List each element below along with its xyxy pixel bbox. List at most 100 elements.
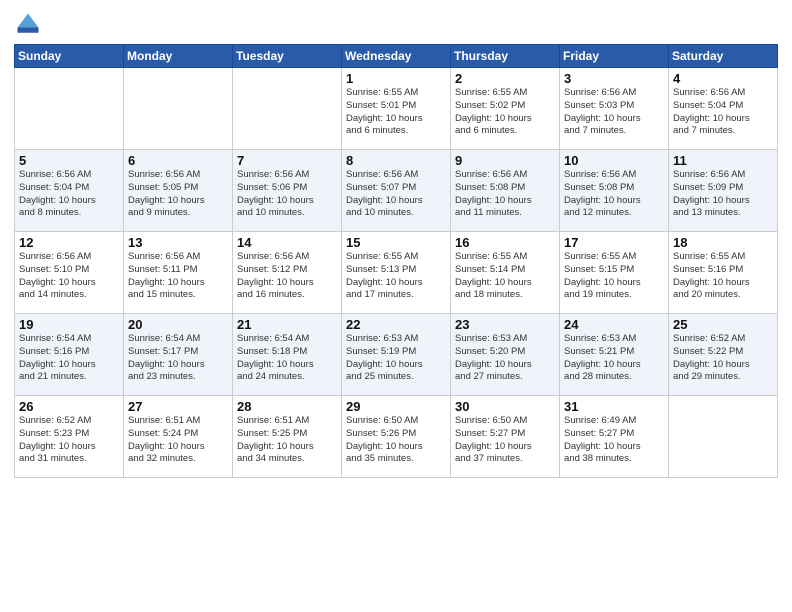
calendar-cell: 15Sunrise: 6:55 AM Sunset: 5:13 PM Dayli…: [342, 232, 451, 314]
day-number: 16: [455, 235, 555, 250]
day-number: 24: [564, 317, 664, 332]
day-number: 5: [19, 153, 119, 168]
calendar-cell: 19Sunrise: 6:54 AM Sunset: 5:16 PM Dayli…: [15, 314, 124, 396]
calendar-week-row: 12Sunrise: 6:56 AM Sunset: 5:10 PM Dayli…: [15, 232, 778, 314]
logo-icon: [14, 10, 42, 38]
day-number: 15: [346, 235, 446, 250]
day-info: Sunrise: 6:55 AM Sunset: 5:01 PM Dayligh…: [346, 87, 446, 138]
day-number: 1: [346, 71, 446, 86]
day-info: Sunrise: 6:56 AM Sunset: 5:04 PM Dayligh…: [673, 87, 773, 138]
day-number: 18: [673, 235, 773, 250]
page-container: SundayMondayTuesdayWednesdayThursdayFrid…: [0, 0, 792, 612]
day-number: 2: [455, 71, 555, 86]
day-info: Sunrise: 6:56 AM Sunset: 5:08 PM Dayligh…: [564, 169, 664, 220]
calendar-cell: 26Sunrise: 6:52 AM Sunset: 5:23 PM Dayli…: [15, 396, 124, 478]
day-info: Sunrise: 6:54 AM Sunset: 5:18 PM Dayligh…: [237, 333, 337, 384]
day-info: Sunrise: 6:56 AM Sunset: 5:09 PM Dayligh…: [673, 169, 773, 220]
day-info: Sunrise: 6:56 AM Sunset: 5:11 PM Dayligh…: [128, 251, 228, 302]
day-info: Sunrise: 6:51 AM Sunset: 5:25 PM Dayligh…: [237, 415, 337, 466]
day-number: 20: [128, 317, 228, 332]
calendar-cell: [124, 68, 233, 150]
day-number: 13: [128, 235, 228, 250]
day-info: Sunrise: 6:53 AM Sunset: 5:20 PM Dayligh…: [455, 333, 555, 384]
day-info: Sunrise: 6:56 AM Sunset: 5:05 PM Dayligh…: [128, 169, 228, 220]
day-number: 27: [128, 399, 228, 414]
calendar-cell: 3Sunrise: 6:56 AM Sunset: 5:03 PM Daylig…: [560, 68, 669, 150]
calendar-cell: 27Sunrise: 6:51 AM Sunset: 5:24 PM Dayli…: [124, 396, 233, 478]
day-number: 21: [237, 317, 337, 332]
calendar-header-monday: Monday: [124, 45, 233, 68]
day-number: 10: [564, 153, 664, 168]
day-number: 3: [564, 71, 664, 86]
day-number: 14: [237, 235, 337, 250]
day-number: 9: [455, 153, 555, 168]
calendar-cell: 28Sunrise: 6:51 AM Sunset: 5:25 PM Dayli…: [233, 396, 342, 478]
calendar-cell: 17Sunrise: 6:55 AM Sunset: 5:15 PM Dayli…: [560, 232, 669, 314]
day-info: Sunrise: 6:56 AM Sunset: 5:06 PM Dayligh…: [237, 169, 337, 220]
calendar-cell: 25Sunrise: 6:52 AM Sunset: 5:22 PM Dayli…: [669, 314, 778, 396]
day-info: Sunrise: 6:56 AM Sunset: 5:12 PM Dayligh…: [237, 251, 337, 302]
calendar-cell: 1Sunrise: 6:55 AM Sunset: 5:01 PM Daylig…: [342, 68, 451, 150]
calendar-cell: 9Sunrise: 6:56 AM Sunset: 5:08 PM Daylig…: [451, 150, 560, 232]
day-info: Sunrise: 6:50 AM Sunset: 5:27 PM Dayligh…: [455, 415, 555, 466]
day-info: Sunrise: 6:55 AM Sunset: 5:14 PM Dayligh…: [455, 251, 555, 302]
day-info: Sunrise: 6:50 AM Sunset: 5:26 PM Dayligh…: [346, 415, 446, 466]
day-number: 12: [19, 235, 119, 250]
calendar-cell: 31Sunrise: 6:49 AM Sunset: 5:27 PM Dayli…: [560, 396, 669, 478]
day-number: 19: [19, 317, 119, 332]
day-number: 7: [237, 153, 337, 168]
calendar-cell: 11Sunrise: 6:56 AM Sunset: 5:09 PM Dayli…: [669, 150, 778, 232]
calendar-table: SundayMondayTuesdayWednesdayThursdayFrid…: [14, 44, 778, 478]
calendar-week-row: 26Sunrise: 6:52 AM Sunset: 5:23 PM Dayli…: [15, 396, 778, 478]
calendar-header-row: SundayMondayTuesdayWednesdayThursdayFrid…: [15, 45, 778, 68]
calendar-cell: 12Sunrise: 6:56 AM Sunset: 5:10 PM Dayli…: [15, 232, 124, 314]
day-info: Sunrise: 6:55 AM Sunset: 5:16 PM Dayligh…: [673, 251, 773, 302]
day-number: 22: [346, 317, 446, 332]
calendar-week-row: 1Sunrise: 6:55 AM Sunset: 5:01 PM Daylig…: [15, 68, 778, 150]
calendar-cell: 22Sunrise: 6:53 AM Sunset: 5:19 PM Dayli…: [342, 314, 451, 396]
calendar-cell: [669, 396, 778, 478]
calendar-week-row: 5Sunrise: 6:56 AM Sunset: 5:04 PM Daylig…: [15, 150, 778, 232]
day-info: Sunrise: 6:56 AM Sunset: 5:04 PM Dayligh…: [19, 169, 119, 220]
day-info: Sunrise: 6:56 AM Sunset: 5:10 PM Dayligh…: [19, 251, 119, 302]
calendar-header-saturday: Saturday: [669, 45, 778, 68]
day-number: 26: [19, 399, 119, 414]
calendar-week-row: 19Sunrise: 6:54 AM Sunset: 5:16 PM Dayli…: [15, 314, 778, 396]
day-info: Sunrise: 6:55 AM Sunset: 5:13 PM Dayligh…: [346, 251, 446, 302]
calendar-header-wednesday: Wednesday: [342, 45, 451, 68]
calendar-cell: 20Sunrise: 6:54 AM Sunset: 5:17 PM Dayli…: [124, 314, 233, 396]
day-number: 25: [673, 317, 773, 332]
day-info: Sunrise: 6:52 AM Sunset: 5:23 PM Dayligh…: [19, 415, 119, 466]
calendar-cell: [15, 68, 124, 150]
calendar-cell: 21Sunrise: 6:54 AM Sunset: 5:18 PM Dayli…: [233, 314, 342, 396]
day-info: Sunrise: 6:55 AM Sunset: 5:15 PM Dayligh…: [564, 251, 664, 302]
calendar-header-thursday: Thursday: [451, 45, 560, 68]
calendar-cell: 7Sunrise: 6:56 AM Sunset: 5:06 PM Daylig…: [233, 150, 342, 232]
calendar-cell: 6Sunrise: 6:56 AM Sunset: 5:05 PM Daylig…: [124, 150, 233, 232]
day-info: Sunrise: 6:56 AM Sunset: 5:07 PM Dayligh…: [346, 169, 446, 220]
day-info: Sunrise: 6:51 AM Sunset: 5:24 PM Dayligh…: [128, 415, 228, 466]
calendar-cell: 18Sunrise: 6:55 AM Sunset: 5:16 PM Dayli…: [669, 232, 778, 314]
day-number: 28: [237, 399, 337, 414]
day-number: 31: [564, 399, 664, 414]
day-number: 4: [673, 71, 773, 86]
day-info: Sunrise: 6:56 AM Sunset: 5:03 PM Dayligh…: [564, 87, 664, 138]
day-number: 30: [455, 399, 555, 414]
calendar-header-sunday: Sunday: [15, 45, 124, 68]
day-info: Sunrise: 6:54 AM Sunset: 5:17 PM Dayligh…: [128, 333, 228, 384]
calendar-header-friday: Friday: [560, 45, 669, 68]
day-number: 29: [346, 399, 446, 414]
day-info: Sunrise: 6:56 AM Sunset: 5:08 PM Dayligh…: [455, 169, 555, 220]
day-info: Sunrise: 6:54 AM Sunset: 5:16 PM Dayligh…: [19, 333, 119, 384]
calendar-cell: 16Sunrise: 6:55 AM Sunset: 5:14 PM Dayli…: [451, 232, 560, 314]
calendar-cell: 2Sunrise: 6:55 AM Sunset: 5:02 PM Daylig…: [451, 68, 560, 150]
calendar-cell: 24Sunrise: 6:53 AM Sunset: 5:21 PM Dayli…: [560, 314, 669, 396]
calendar-cell: 14Sunrise: 6:56 AM Sunset: 5:12 PM Dayli…: [233, 232, 342, 314]
day-info: Sunrise: 6:52 AM Sunset: 5:22 PM Dayligh…: [673, 333, 773, 384]
calendar-cell: 30Sunrise: 6:50 AM Sunset: 5:27 PM Dayli…: [451, 396, 560, 478]
calendar-cell: 5Sunrise: 6:56 AM Sunset: 5:04 PM Daylig…: [15, 150, 124, 232]
logo: [14, 10, 46, 38]
calendar-cell: 4Sunrise: 6:56 AM Sunset: 5:04 PM Daylig…: [669, 68, 778, 150]
day-info: Sunrise: 6:55 AM Sunset: 5:02 PM Dayligh…: [455, 87, 555, 138]
day-number: 23: [455, 317, 555, 332]
